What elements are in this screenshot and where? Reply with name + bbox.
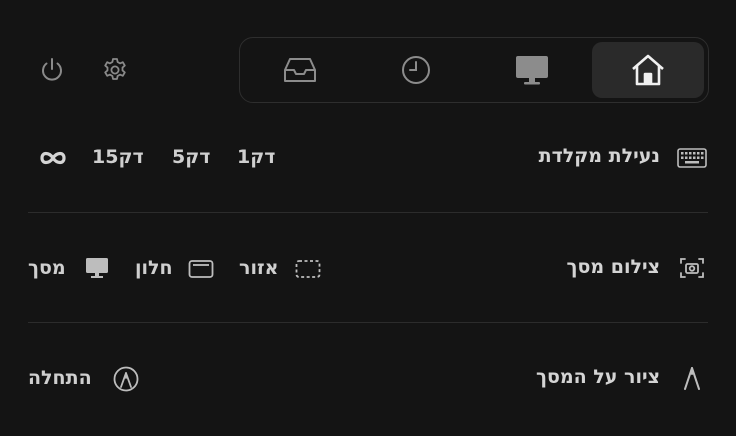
divider	[28, 212, 708, 213]
window-icon[interactable]	[187, 258, 215, 280]
camera-icon	[676, 252, 708, 284]
home-icon	[630, 53, 666, 87]
option-1-min[interactable]: 1דק	[237, 146, 275, 168]
clock-icon	[400, 54, 432, 86]
gear-icon	[101, 56, 129, 84]
inbox-tray-icon	[282, 55, 318, 85]
settings-button[interactable]	[99, 54, 131, 86]
tab-home[interactable]	[592, 42, 704, 98]
power-icon	[38, 56, 66, 84]
screenshot-label: צילום מסך	[566, 256, 661, 278]
option-5-min[interactable]: 5דק	[172, 146, 210, 168]
keyboard-lock-label: נעילת מקלדת	[538, 145, 660, 167]
screenshot-area-label[interactable]: אזור	[239, 257, 278, 279]
tab-display[interactable]	[476, 42, 588, 98]
screenshot-window-label[interactable]: חלון	[135, 257, 173, 279]
dashed-region-icon[interactable]	[294, 258, 322, 280]
draw-start-label[interactable]: התחלה	[28, 367, 92, 389]
pen-nib-icon	[676, 362, 708, 394]
divider	[28, 322, 708, 323]
power-button[interactable]	[36, 54, 68, 86]
pen-circle-icon[interactable]	[112, 365, 140, 393]
infinity-icon[interactable]	[38, 148, 68, 168]
tab-inbox[interactable]	[244, 42, 356, 98]
draw-label: ציור על המסך	[535, 366, 660, 388]
tab-history[interactable]	[360, 42, 472, 98]
option-15-min[interactable]: 15דק	[92, 146, 144, 168]
screenshot-screen-label[interactable]: מסך	[28, 257, 66, 279]
monitor-icon[interactable]	[84, 256, 110, 280]
tab-bar	[239, 37, 709, 103]
keyboard-icon	[676, 142, 708, 174]
monitor-icon	[514, 54, 550, 86]
